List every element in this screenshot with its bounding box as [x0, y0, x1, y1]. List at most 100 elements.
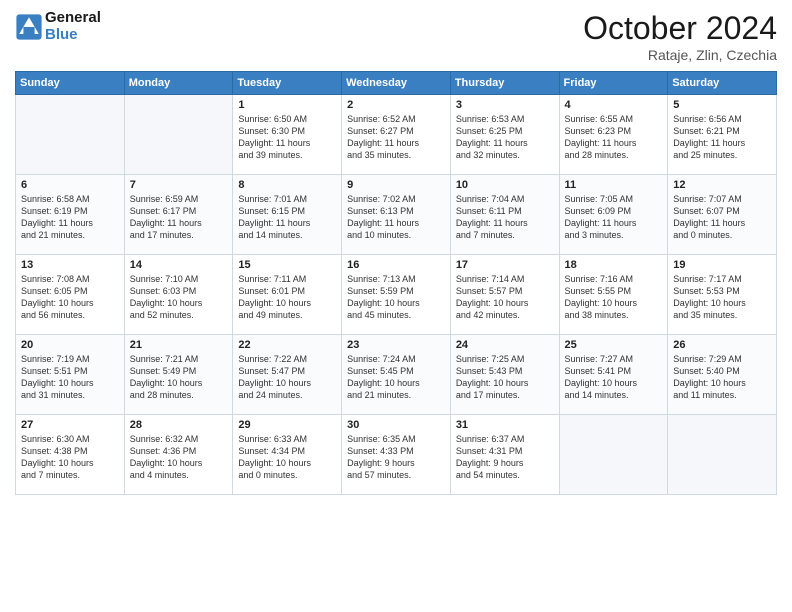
- calendar-day-cell: 4 Sunrise: 6:55 AM Sunset: 6:23 PM Daylig…: [559, 95, 668, 175]
- day-info: Sunrise: 7:08 AM Sunset: 6:05 PM Dayligh…: [21, 273, 119, 322]
- weekday-header-cell: Tuesday: [233, 72, 342, 95]
- logo-icon: [15, 13, 43, 41]
- day-info: Sunrise: 6:32 AM Sunset: 4:36 PM Dayligh…: [130, 433, 228, 482]
- day-number: 31: [456, 419, 554, 431]
- calendar-day-cell: [668, 415, 777, 495]
- day-info: Sunrise: 6:56 AM Sunset: 6:21 PM Dayligh…: [673, 113, 771, 162]
- day-number: 18: [565, 259, 663, 271]
- day-info: Sunrise: 7:14 AM Sunset: 5:57 PM Dayligh…: [456, 273, 554, 322]
- calendar-week-row: 20Sunrise: 7:19 AM Sunset: 5:51 PM Dayli…: [16, 335, 777, 415]
- day-number: 5: [673, 99, 771, 111]
- calendar-day-cell: 7 Sunrise: 6:59 AM Sunset: 6:17 PM Daylig…: [124, 175, 233, 255]
- calendar-day-cell: 20Sunrise: 7:19 AM Sunset: 5:51 PM Dayli…: [16, 335, 125, 415]
- calendar-day-cell: 2 Sunrise: 6:52 AM Sunset: 6:27 PM Daylig…: [342, 95, 451, 175]
- weekday-header-cell: Friday: [559, 72, 668, 95]
- calendar-week-row: 27Sunrise: 6:30 AM Sunset: 4:38 PM Dayli…: [16, 415, 777, 495]
- weekday-header-cell: Monday: [124, 72, 233, 95]
- day-info: Sunrise: 7:05 AM Sunset: 6:09 PM Dayligh…: [565, 193, 663, 242]
- calendar-day-cell: 3 Sunrise: 6:53 AM Sunset: 6:25 PM Daylig…: [450, 95, 559, 175]
- day-info: Sunrise: 7:11 AM Sunset: 6:01 PM Dayligh…: [238, 273, 336, 322]
- day-info: Sunrise: 7:10 AM Sunset: 6:03 PM Dayligh…: [130, 273, 228, 322]
- day-number: 22: [238, 339, 336, 351]
- day-info: Sunrise: 6:53 AM Sunset: 6:25 PM Dayligh…: [456, 113, 554, 162]
- page: General Blue October 2024 Rataje, Zlin, …: [0, 0, 792, 612]
- day-number: 23: [347, 339, 445, 351]
- day-number: 26: [673, 339, 771, 351]
- day-number: 14: [130, 259, 228, 271]
- day-number: 11: [565, 179, 663, 191]
- calendar-day-cell: 15 Sunrise: 7:11 AM Sunset: 6:01 PM Dayli…: [233, 255, 342, 335]
- day-info: Sunrise: 6:59 AM Sunset: 6:17 PM Dayligh…: [130, 193, 228, 242]
- day-number: 20: [21, 339, 119, 351]
- calendar-day-cell: 29Sunrise: 6:33 AM Sunset: 4:34 PM Dayli…: [233, 415, 342, 495]
- calendar-day-cell: 5 Sunrise: 6:56 AM Sunset: 6:21 PM Daylig…: [668, 95, 777, 175]
- day-number: 1: [238, 99, 336, 111]
- month-title: October 2024: [583, 10, 777, 47]
- logo-text-line1: General: [45, 10, 101, 27]
- day-number: 9: [347, 179, 445, 191]
- day-number: 2: [347, 99, 445, 111]
- calendar-week-row: 1 Sunrise: 6:50 AM Sunset: 6:30 PM Daylig…: [16, 95, 777, 175]
- day-number: 8: [238, 179, 336, 191]
- calendar-day-cell: 23 Sunrise: 7:24 AM Sunset: 5:45 PM Dayli…: [342, 335, 451, 415]
- weekday-header-cell: Sunday: [16, 72, 125, 95]
- day-info: Sunrise: 7:02 AM Sunset: 6:13 PM Dayligh…: [347, 193, 445, 242]
- day-info: Sunrise: 6:33 AM Sunset: 4:34 PM Dayligh…: [238, 433, 336, 482]
- calendar-day-cell: [124, 95, 233, 175]
- day-number: 7: [130, 179, 228, 191]
- calendar-day-cell: 12 Sunrise: 7:07 AM Sunset: 6:07 PM Dayli…: [668, 175, 777, 255]
- calendar-day-cell: 1 Sunrise: 6:50 AM Sunset: 6:30 PM Daylig…: [233, 95, 342, 175]
- day-info: Sunrise: 6:52 AM Sunset: 6:27 PM Dayligh…: [347, 113, 445, 162]
- calendar-day-cell: 14 Sunrise: 7:10 AM Sunset: 6:03 PM Dayli…: [124, 255, 233, 335]
- day-info: Sunrise: 7:01 AM Sunset: 6:15 PM Dayligh…: [238, 193, 336, 242]
- day-info: Sunrise: 7:24 AM Sunset: 5:45 PM Dayligh…: [347, 353, 445, 402]
- day-number: 12: [673, 179, 771, 191]
- day-info: Sunrise: 7:25 AM Sunset: 5:43 PM Dayligh…: [456, 353, 554, 402]
- day-info: Sunrise: 7:04 AM Sunset: 6:11 PM Dayligh…: [456, 193, 554, 242]
- day-info: Sunrise: 7:13 AM Sunset: 5:59 PM Dayligh…: [347, 273, 445, 322]
- location: Rataje, Zlin, Czechia: [583, 47, 777, 63]
- day-number: 28: [130, 419, 228, 431]
- day-info: Sunrise: 6:30 AM Sunset: 4:38 PM Dayligh…: [21, 433, 119, 482]
- calendar-day-cell: 8 Sunrise: 7:01 AM Sunset: 6:15 PM Daylig…: [233, 175, 342, 255]
- logo: General Blue: [15, 10, 101, 43]
- calendar-day-cell: 11 Sunrise: 7:05 AM Sunset: 6:09 PM Dayli…: [559, 175, 668, 255]
- day-number: 17: [456, 259, 554, 271]
- weekday-header-cell: Wednesday: [342, 72, 451, 95]
- day-number: 30: [347, 419, 445, 431]
- day-info: Sunrise: 6:55 AM Sunset: 6:23 PM Dayligh…: [565, 113, 663, 162]
- calendar-body: 1 Sunrise: 6:50 AM Sunset: 6:30 PM Daylig…: [16, 95, 777, 495]
- calendar-day-cell: 28 Sunrise: 6:32 AM Sunset: 4:36 PM Dayli…: [124, 415, 233, 495]
- calendar-day-cell: 27Sunrise: 6:30 AM Sunset: 4:38 PM Dayli…: [16, 415, 125, 495]
- calendar-day-cell: 6Sunrise: 6:58 AM Sunset: 6:19 PM Daylig…: [16, 175, 125, 255]
- day-number: 15: [238, 259, 336, 271]
- day-info: Sunrise: 7:29 AM Sunset: 5:40 PM Dayligh…: [673, 353, 771, 402]
- day-info: Sunrise: 7:07 AM Sunset: 6:07 PM Dayligh…: [673, 193, 771, 242]
- day-number: 3: [456, 99, 554, 111]
- day-number: 16: [347, 259, 445, 271]
- calendar-day-cell: 16 Sunrise: 7:13 AM Sunset: 5:59 PM Dayli…: [342, 255, 451, 335]
- day-info: Sunrise: 6:58 AM Sunset: 6:19 PM Dayligh…: [21, 193, 119, 242]
- day-info: Sunrise: 6:50 AM Sunset: 6:30 PM Dayligh…: [238, 113, 336, 162]
- day-number: 4: [565, 99, 663, 111]
- calendar-day-cell: 25 Sunrise: 7:27 AM Sunset: 5:41 PM Dayli…: [559, 335, 668, 415]
- calendar-week-row: 13Sunrise: 7:08 AM Sunset: 6:05 PM Dayli…: [16, 255, 777, 335]
- calendar-day-cell: 26 Sunrise: 7:29 AM Sunset: 5:40 PM Dayli…: [668, 335, 777, 415]
- day-info: Sunrise: 7:27 AM Sunset: 5:41 PM Dayligh…: [565, 353, 663, 402]
- calendar-day-cell: 31 Sunrise: 6:37 AM Sunset: 4:31 PM Dayli…: [450, 415, 559, 495]
- calendar-day-cell: 30Sunrise: 6:35 AM Sunset: 4:33 PM Dayli…: [342, 415, 451, 495]
- weekday-header-row: SundayMondayTuesdayWednesdayThursdayFrid…: [16, 72, 777, 95]
- day-info: Sunrise: 6:37 AM Sunset: 4:31 PM Dayligh…: [456, 433, 554, 482]
- day-info: Sunrise: 7:21 AM Sunset: 5:49 PM Dayligh…: [130, 353, 228, 402]
- calendar-day-cell: 17 Sunrise: 7:14 AM Sunset: 5:57 PM Dayli…: [450, 255, 559, 335]
- calendar-day-cell: 18 Sunrise: 7:16 AM Sunset: 5:55 PM Dayli…: [559, 255, 668, 335]
- header: General Blue October 2024 Rataje, Zlin, …: [15, 10, 777, 63]
- day-info: Sunrise: 7:17 AM Sunset: 5:53 PM Dayligh…: [673, 273, 771, 322]
- day-number: 25: [565, 339, 663, 351]
- calendar-day-cell: [559, 415, 668, 495]
- calendar-day-cell: 10Sunrise: 7:04 AM Sunset: 6:11 PM Dayli…: [450, 175, 559, 255]
- day-number: 21: [130, 339, 228, 351]
- weekday-header-cell: Thursday: [450, 72, 559, 95]
- day-info: Sunrise: 7:16 AM Sunset: 5:55 PM Dayligh…: [565, 273, 663, 322]
- title-block: October 2024 Rataje, Zlin, Czechia: [583, 10, 777, 63]
